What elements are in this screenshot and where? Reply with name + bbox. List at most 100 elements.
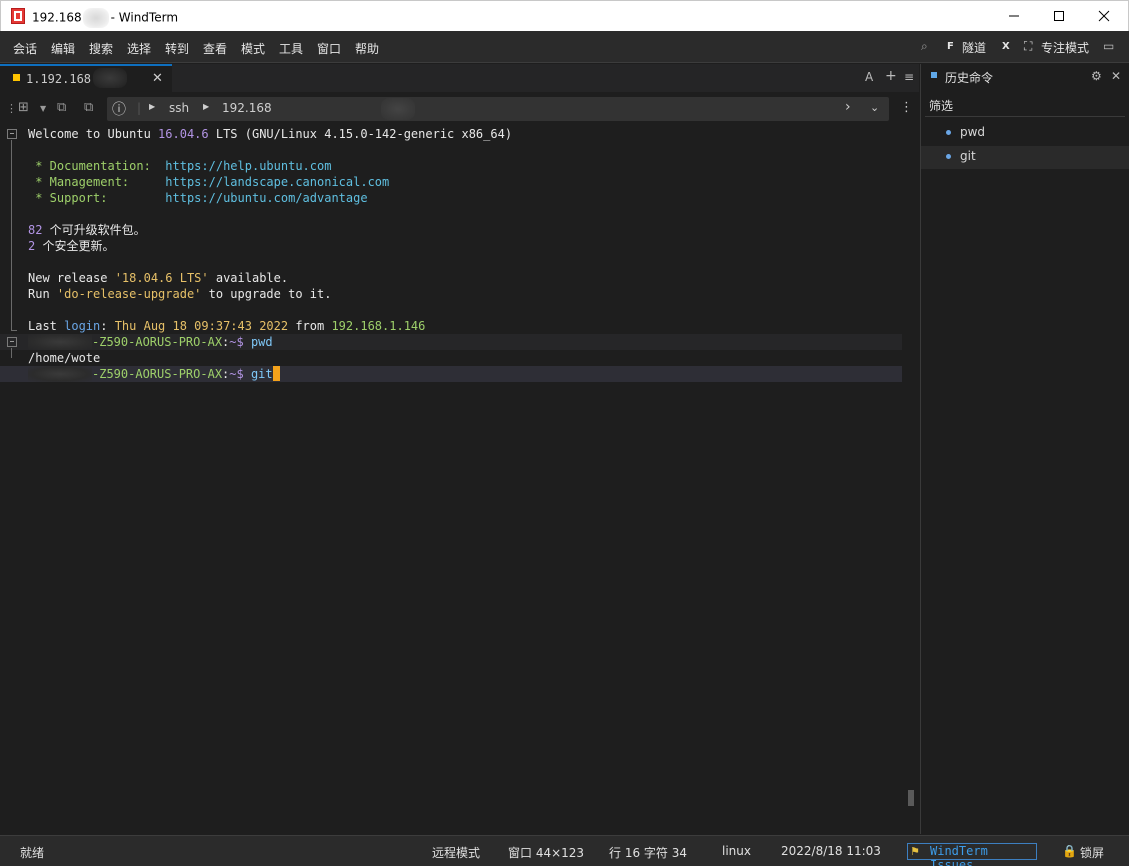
terminal-line-run-upgrade: Run 'do-release-upgrade' to upgrade to i… bbox=[28, 287, 332, 301]
address-host[interactable]: 192.168 bbox=[222, 101, 272, 115]
history-panel: 历史命令 ⚙ ✕ 筛选 pwd git bbox=[920, 64, 1129, 834]
x-icon[interactable]: X bbox=[1002, 41, 1010, 52]
terminal-area[interactable]: Welcome to Ubuntu 16.04.6 LTS (GNU/Linux… bbox=[0, 126, 919, 834]
focus-mode-icon: ⛶ bbox=[1024, 39, 1033, 53]
redacted-ip-blur bbox=[93, 68, 127, 88]
session-tab[interactable]: 1.192.168 ✕ bbox=[0, 64, 172, 92]
menu-session[interactable]: 会话 bbox=[13, 40, 37, 57]
history-item[interactable]: pwd bbox=[921, 122, 1129, 145]
status-datetime: 2022/8/18 11:03 bbox=[781, 844, 881, 858]
chevron-right-icon: ▶ bbox=[149, 102, 156, 111]
status-window-size[interactable]: 窗口 44×123 bbox=[508, 844, 584, 861]
windterm-issues-link[interactable]: ⚑ WindTerm Issues bbox=[907, 843, 1037, 866]
lock-screen-button[interactable]: 锁屏 bbox=[1080, 844, 1104, 861]
more-options-icon[interactable]: ⋮ bbox=[900, 100, 913, 115]
redacted-user-blur bbox=[28, 366, 92, 382]
tunnel-icon: F bbox=[947, 41, 954, 52]
close-window-button[interactable] bbox=[1081, 1, 1127, 31]
dropdown-icon[interactable]: ▼ bbox=[40, 104, 46, 113]
panel-toggle-icon[interactable]: ▭ bbox=[1103, 39, 1114, 53]
close-icon bbox=[1098, 10, 1110, 22]
copy-session-icon[interactable]: ⧉ bbox=[84, 100, 93, 115]
terminal-line-prompt-git[interactable]: -Z590-AORUS-PRO-AX:~$ git bbox=[28, 366, 280, 382]
terminal-line-new-release: New release '18.04.6 LTS' available. bbox=[28, 271, 289, 285]
terminal-line-management: * Management: https://landscape.canonica… bbox=[28, 175, 390, 189]
bug-icon: ⚑ bbox=[910, 845, 920, 858]
duplicate-session-icon[interactable]: ⧉ bbox=[57, 100, 66, 115]
history-item[interactable]: git bbox=[921, 146, 1129, 169]
minimize-button[interactable] bbox=[991, 1, 1037, 31]
menu-help[interactable]: 帮助 bbox=[355, 40, 379, 57]
fold-guide bbox=[11, 348, 12, 358]
fold-guide bbox=[11, 140, 12, 330]
address-protocol[interactable]: ssh bbox=[169, 101, 189, 115]
terminal-line-documentation: * Documentation: https://help.ubuntu.com bbox=[28, 159, 332, 173]
windterm-app-icon bbox=[11, 8, 25, 24]
bullet-icon bbox=[946, 154, 951, 159]
redacted-user-blur bbox=[28, 334, 92, 350]
divider: | bbox=[137, 101, 142, 115]
address-bar[interactable]: ⓘ | ▶ ssh ▶ 192.168 › ⌄ bbox=[107, 97, 889, 121]
history-panel-title: 历史命令 bbox=[945, 71, 994, 85]
tab-strip: 1.192.168 ✕ A + ≡ bbox=[0, 64, 919, 92]
menu-search[interactable]: 搜索 bbox=[89, 40, 113, 57]
tab-status-icon bbox=[13, 74, 20, 81]
menu-tools[interactable]: 工具 bbox=[279, 40, 303, 57]
window-title: 192.168- WindTerm bbox=[32, 8, 178, 28]
status-cursor-position[interactable]: 行 16 字符 34 bbox=[609, 844, 687, 861]
title-bar: 192.168- WindTerm bbox=[0, 0, 1129, 31]
status-bar: 就绪 远程模式 窗口 44×123 行 16 字符 34 linux 2022/… bbox=[0, 835, 1129, 866]
search-icon[interactable]: ⌕ bbox=[921, 39, 928, 54]
menu-mode[interactable]: 模式 bbox=[241, 40, 265, 57]
new-session-icon[interactable]: ⊞ bbox=[18, 100, 29, 115]
terminal-scrollbar-thumb[interactable] bbox=[908, 790, 914, 806]
terminal-line-support: * Support: https://ubuntu.com/advantage bbox=[28, 191, 368, 205]
tab-label: 1.192.168 bbox=[26, 72, 92, 86]
tab-menu-icon[interactable]: ≡ bbox=[904, 70, 914, 84]
menu-view[interactable]: 查看 bbox=[203, 40, 227, 57]
add-tab-icon[interactable]: + bbox=[885, 68, 897, 84]
maximize-button[interactable] bbox=[1036, 1, 1082, 31]
terminal-line-upgrades: 82 个可升级软件包。 bbox=[28, 223, 146, 237]
menu-select[interactable]: 选择 bbox=[127, 40, 151, 57]
history-item-label: git bbox=[960, 149, 976, 163]
terminal-line-prompt-pwd: -Z590-AORUS-PRO-AX:~$ pwd bbox=[28, 334, 273, 350]
redacted-ip-blur bbox=[82, 8, 109, 28]
status-os[interactable]: linux bbox=[722, 844, 751, 858]
terminal-line-output-pwd: /home/wote bbox=[28, 351, 101, 365]
fold-icon[interactable] bbox=[7, 337, 17, 347]
drag-handle-icon[interactable]: ⋮ bbox=[6, 102, 17, 115]
menu-window[interactable]: 窗口 bbox=[317, 40, 341, 57]
close-panel-icon[interactable]: ✕ bbox=[1111, 69, 1121, 83]
minimize-icon bbox=[1009, 15, 1019, 17]
menu-goto[interactable]: 转到 bbox=[165, 40, 189, 57]
status-ready: 就绪 bbox=[20, 846, 45, 860]
text-cursor bbox=[272, 366, 280, 381]
redacted-ip-blur bbox=[381, 98, 415, 120]
bullet-icon bbox=[946, 130, 951, 135]
menu-edit[interactable]: 编辑 bbox=[51, 40, 75, 57]
session-toolbar: ⋮ ⊞ ▼ ⧉ ⧉ ⓘ | ▶ ssh ▶ 192.168 › ⌄ ⋮ bbox=[0, 94, 919, 124]
history-item-label: pwd bbox=[960, 125, 986, 139]
menu-bar: 会话 编辑 搜索 选择 转到 查看 模式 工具 窗口 帮助 ⌕ F 隧道 X ⛶… bbox=[0, 31, 1129, 63]
chevron-down-icon[interactable]: ⌄ bbox=[870, 101, 879, 114]
terminal-line-security: 2 个安全更新。 bbox=[28, 239, 115, 253]
history-filter-input[interactable]: 筛选 bbox=[929, 97, 953, 114]
fold-icon[interactable] bbox=[7, 129, 17, 139]
maximize-icon bbox=[1054, 11, 1064, 21]
info-icon[interactable]: ⓘ bbox=[112, 99, 126, 119]
filter-underline bbox=[925, 116, 1125, 117]
focus-mode-button[interactable]: 专注模式 bbox=[1041, 39, 1089, 56]
issues-label: WindTerm Issues bbox=[930, 844, 988, 866]
terminal-line-last-login: Last login: Thu Aug 18 09:37:43 2022 fro… bbox=[28, 319, 426, 333]
terminal-line-welcome: Welcome to Ubuntu 16.04.6 LTS (GNU/Linux… bbox=[28, 127, 513, 141]
lock-icon: 🔒 bbox=[1062, 844, 1077, 858]
gear-icon[interactable]: ⚙ bbox=[1091, 69, 1102, 83]
fold-guide bbox=[11, 330, 17, 331]
tab-close-icon[interactable]: ✕ bbox=[152, 71, 163, 86]
font-icon[interactable]: A bbox=[865, 70, 873, 84]
status-remote-mode[interactable]: 远程模式 bbox=[432, 844, 480, 861]
tunnel-button[interactable]: 隧道 bbox=[962, 39, 986, 56]
forward-icon[interactable]: › bbox=[845, 99, 851, 115]
chevron-right-icon: ▶ bbox=[203, 102, 210, 111]
